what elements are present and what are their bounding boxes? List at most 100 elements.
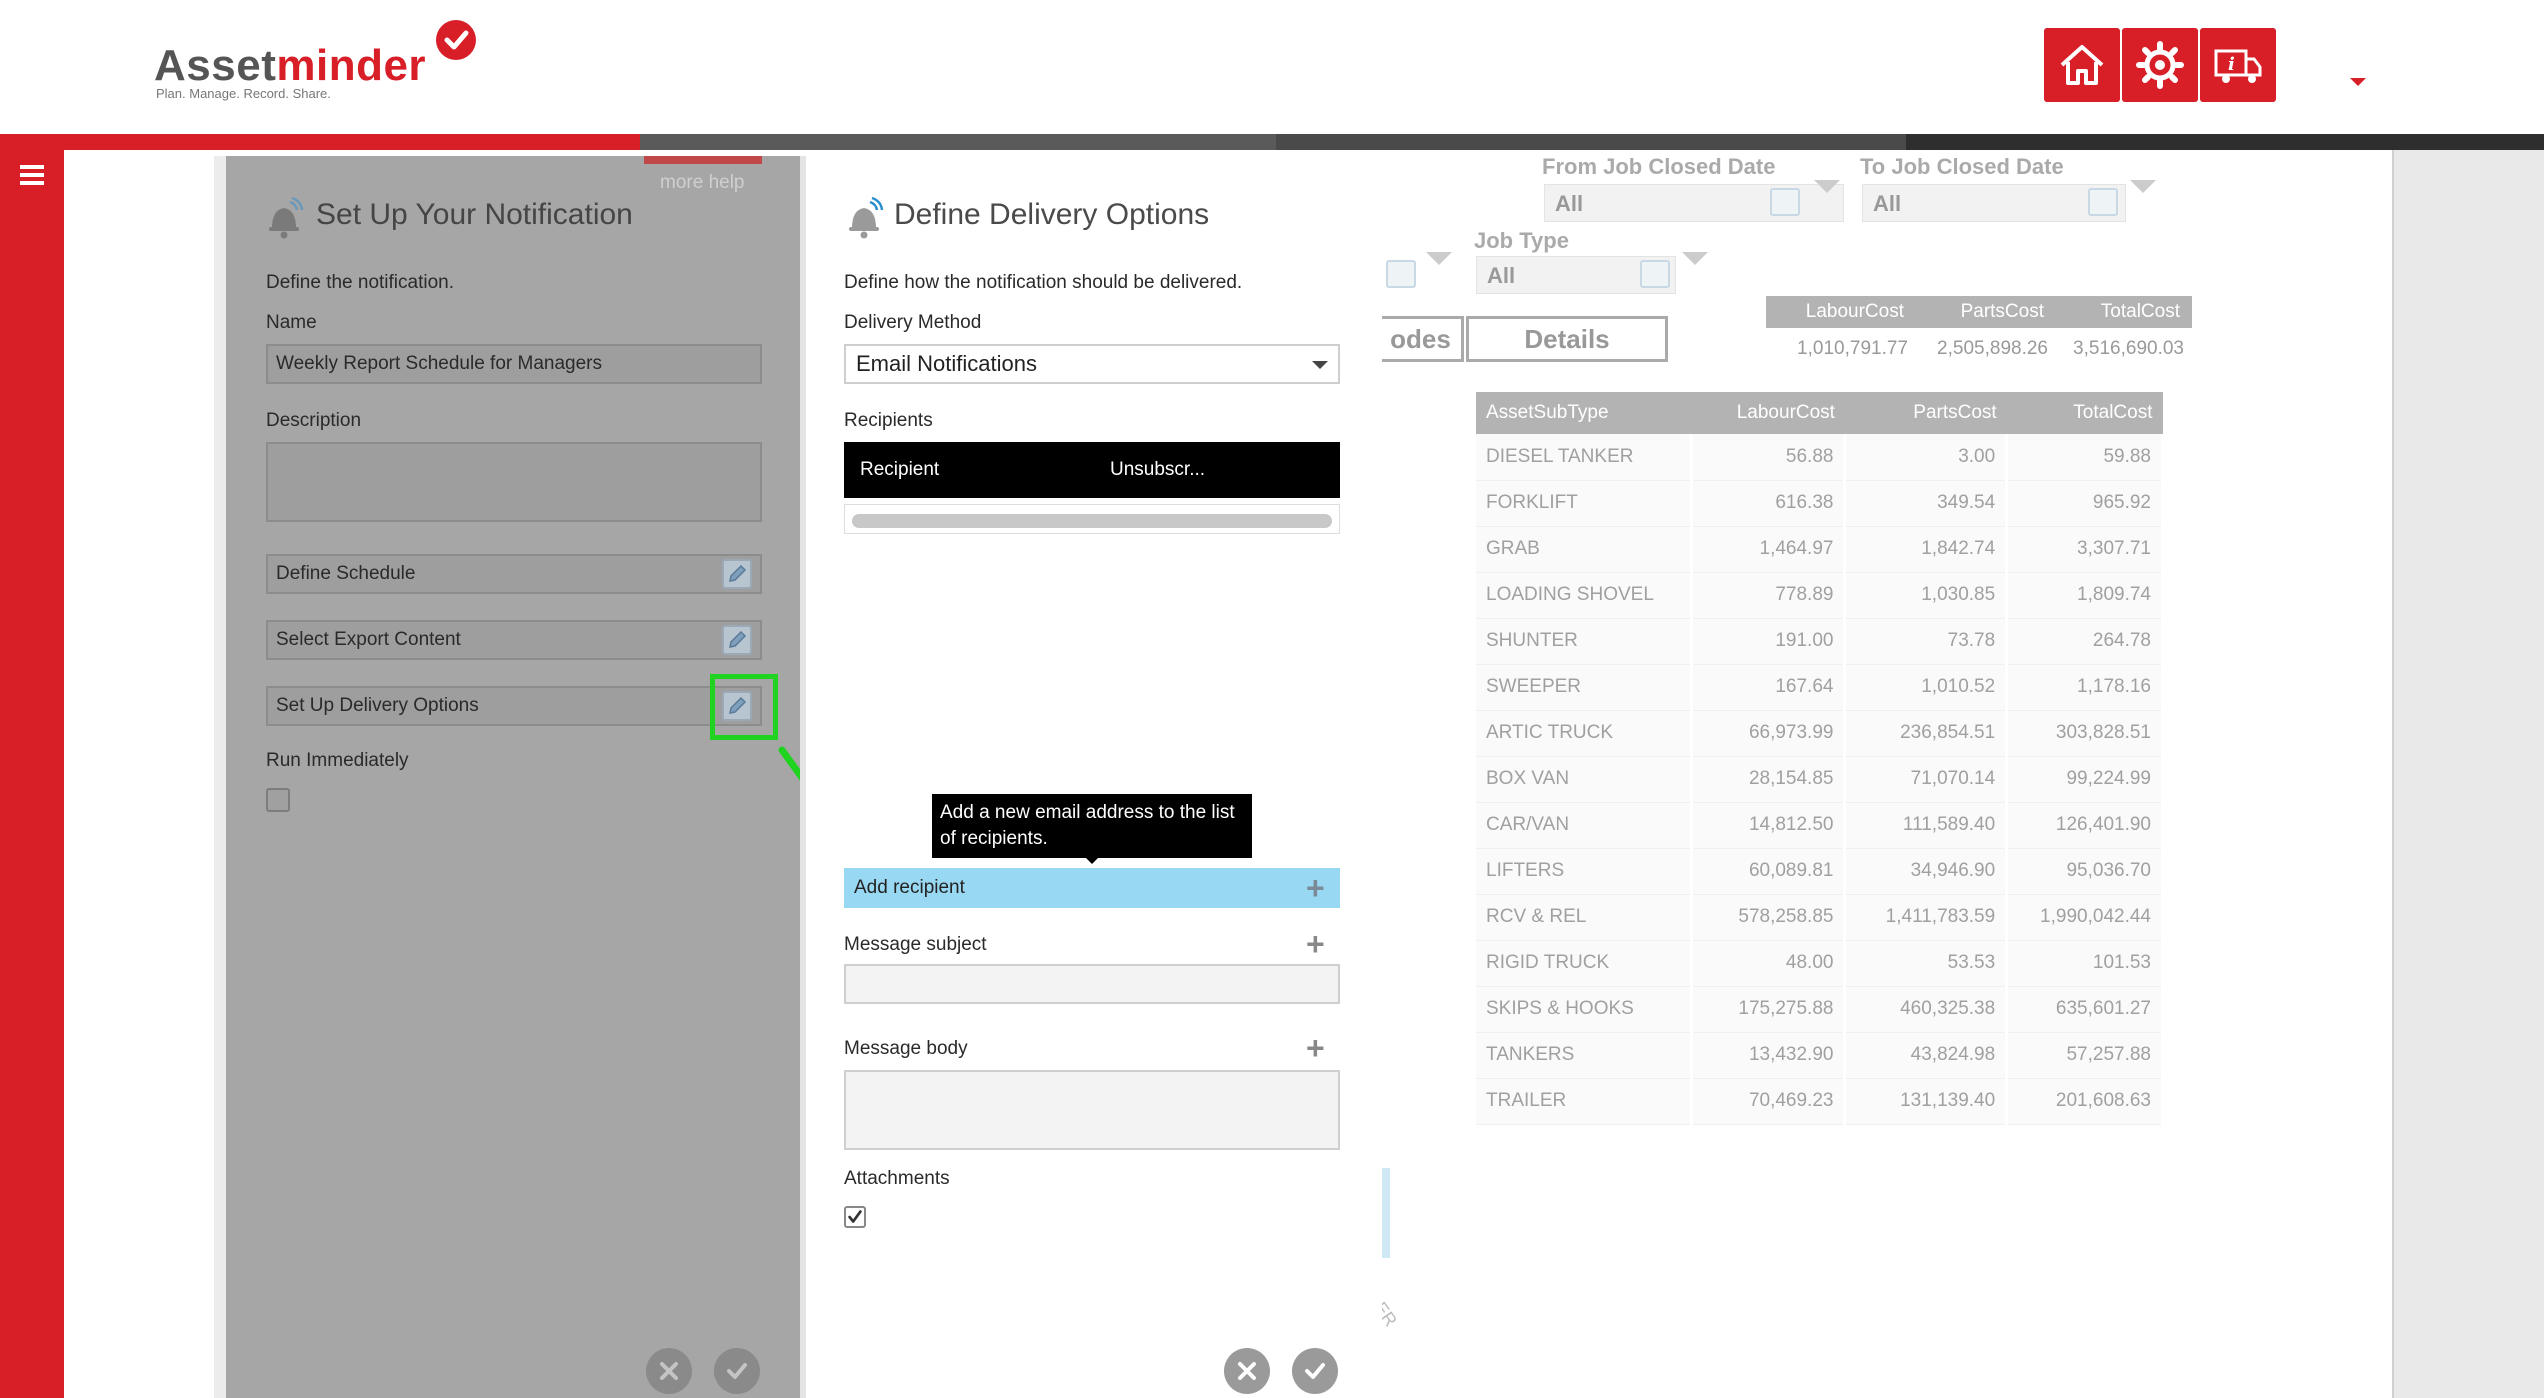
calendar-icon[interactable] [1386,260,1416,288]
confirm-button[interactable] [1292,1348,1338,1394]
calendar-icon[interactable] [1640,260,1670,288]
chevron-down-icon[interactable] [1312,361,1328,369]
cancel-button[interactable] [1224,1348,1270,1394]
attachments-checkbox[interactable] [844,1206,866,1228]
codes-button[interactable]: odes [1380,316,1464,362]
table-row[interactable]: SKIPS & HOOKS 175,275.88 460,325.38 635,601… [1476,986,2164,1033]
column-header[interactable]: AssetSubType [1476,392,1692,434]
calendar-icon[interactable] [1770,188,1800,216]
delivery-method-label: Delivery Method [844,312,982,333]
table-row[interactable]: LIFTERS 60,089.81 34,946.90 95,036.70 [1476,848,2164,895]
plus-icon[interactable]: + [1306,928,1325,960]
table-cell: 28,154.85 [1691,756,1847,803]
define-schedule-field[interactable]: Define Schedule [266,554,762,594]
table-row[interactable]: RCV & REL 578,258.85 1,411,783.59 1,990,042… [1476,894,2164,941]
table-cell: 460,325.38 [1844,986,2009,1033]
table-cell: 73.78 [1844,618,2009,665]
column-header[interactable]: LabourCost [1691,392,1845,434]
settings-button[interactable] [2122,28,2198,102]
bell-icon [264,196,304,245]
dropdown-triangle-icon[interactable] [1814,180,1840,193]
table-cell: 131,139.40 [1844,1078,2009,1125]
notification-setup-panel [226,156,806,1398]
gear-icon [2136,41,2184,89]
table-cell: 53.53 [1844,940,2009,987]
table-cell: 48.00 [1691,940,1847,987]
cancel-button[interactable] [646,1348,692,1394]
table-cell: 201,608.63 [2006,1078,2164,1125]
delivery-options-field[interactable]: Set Up Delivery Options [266,686,762,726]
column-header[interactable]: TotalCost [2006,392,2163,434]
more-help-link[interactable]: more help [660,172,745,194]
calendar-icon[interactable] [2088,188,2118,216]
delivery-options-panel [806,156,1382,1398]
edit-icon[interactable] [722,559,752,589]
message-subject-input[interactable] [844,964,1340,1004]
brand-name-part1: Asset [154,41,277,90]
description-label: Description [266,410,362,431]
run-immediately-checkbox[interactable] [266,788,290,812]
table-cell: DIESEL TANKER [1476,434,1693,481]
to-date-input[interactable]: All [1862,184,2126,222]
table-cell: LOADING SHOVEL [1476,572,1693,619]
home-button[interactable] [2044,28,2120,102]
table-row[interactable]: CAR/VAN 14,812.50 111,589.40 126,401.90 [1476,802,2164,849]
table-row[interactable]: BOX VAN 28,154.85 71,070.14 99,224.99 [1476,756,2164,803]
side-rail [0,150,64,1398]
plus-icon[interactable]: + [1306,872,1325,904]
table-cell: LIFTERS [1476,848,1693,895]
table-row[interactable]: SWEEPER 167.64 1,010.52 1,178.16 [1476,664,2164,711]
table-row[interactable]: RIGID TRUCK 48.00 53.53 101.53 [1476,940,2164,987]
column-header[interactable]: Recipient [860,459,939,481]
user-menu-chevron-icon[interactable] [2350,78,2366,86]
panel-edge [214,156,226,1398]
message-body-input[interactable] [844,1070,1340,1150]
details-button[interactable]: Details [1466,316,1668,362]
dropdown-triangle-icon[interactable] [2130,180,2156,193]
table-cell: 1,842.74 [1844,526,2009,573]
totals-table: LabourCost PartsCost TotalCost 1,010,791… [1766,296,2192,370]
table-cell: 126,401.90 [2006,802,2164,849]
tooltip-arrow [1086,858,1098,864]
add-recipient-button[interactable]: Add recipient [844,868,1340,908]
table-cell: 13,432.90 [1691,1032,1847,1079]
vehicle-info-button[interactable]: i [2200,28,2276,102]
table-cell: 14,812.50 [1691,802,1847,849]
table-row[interactable]: TRAILER 70,469.23 131,139.40 201,608.63 [1476,1078,2164,1125]
table-row[interactable]: LOADING SHOVEL 778.89 1,030.85 1,809.74 [1476,572,2164,619]
table-row[interactable]: FORKLIFT 616.38 349.54 965.92 [1476,480,2164,527]
table-cell: 264.78 [2006,618,2164,665]
dropdown-triangle-icon[interactable] [1682,252,1708,265]
more-help-tab[interactable] [644,156,762,164]
table-row[interactable]: DIESEL TANKER 56.88 3.00 59.88 [1476,434,2164,481]
run-immediately-label: Run Immediately [266,750,409,771]
table-row[interactable]: ARTIC TRUCK 66,973.99 236,854.51 303,828.51 [1476,710,2164,757]
table-row[interactable]: TANKERS 13,432.90 43,824.98 57,257.88 [1476,1032,2164,1079]
table-cell: 99,224.99 [2006,756,2164,803]
confirm-button[interactable] [714,1348,760,1394]
table-cell: 1,411,783.59 [1844,894,2009,941]
table-cell: 616.38 [1691,480,1847,527]
brand-tagline: Plan. Manage. Record. Share. [156,86,331,101]
step-label: Define Schedule [276,563,416,584]
table-cell: 71,070.14 [1844,756,2009,803]
plus-icon[interactable]: + [1306,1032,1325,1064]
select-export-content-field[interactable]: Select Export Content [266,620,762,660]
column-header[interactable]: PartsCost [1844,392,2007,434]
column-header[interactable]: Unsubscr... [1110,459,1205,481]
name-input[interactable]: Weekly Report Schedule for Managers [266,344,762,384]
step-label: Set Up Delivery Options [276,695,479,716]
step-label: Select Export Content [276,629,461,650]
table-cell: 1,178.16 [2006,664,2164,711]
table-cell: 1,030.85 [1844,572,2009,619]
edit-icon[interactable] [722,625,752,655]
scrollbar-thumb[interactable] [852,514,1332,528]
description-input[interactable] [266,442,762,522]
table-row[interactable]: GRAB 1,464.97 1,842.74 3,307.71 [1476,526,2164,573]
message-body-label: Message body [844,1038,968,1059]
table-row[interactable]: SHUNTER 191.00 73.78 264.78 [1476,618,2164,665]
dropdown-triangle-icon[interactable] [1426,252,1452,265]
delivery-method-select[interactable]: Email Notifications [844,344,1340,384]
home-icon [2060,45,2104,85]
hamburger-menu-icon[interactable] [16,162,48,190]
